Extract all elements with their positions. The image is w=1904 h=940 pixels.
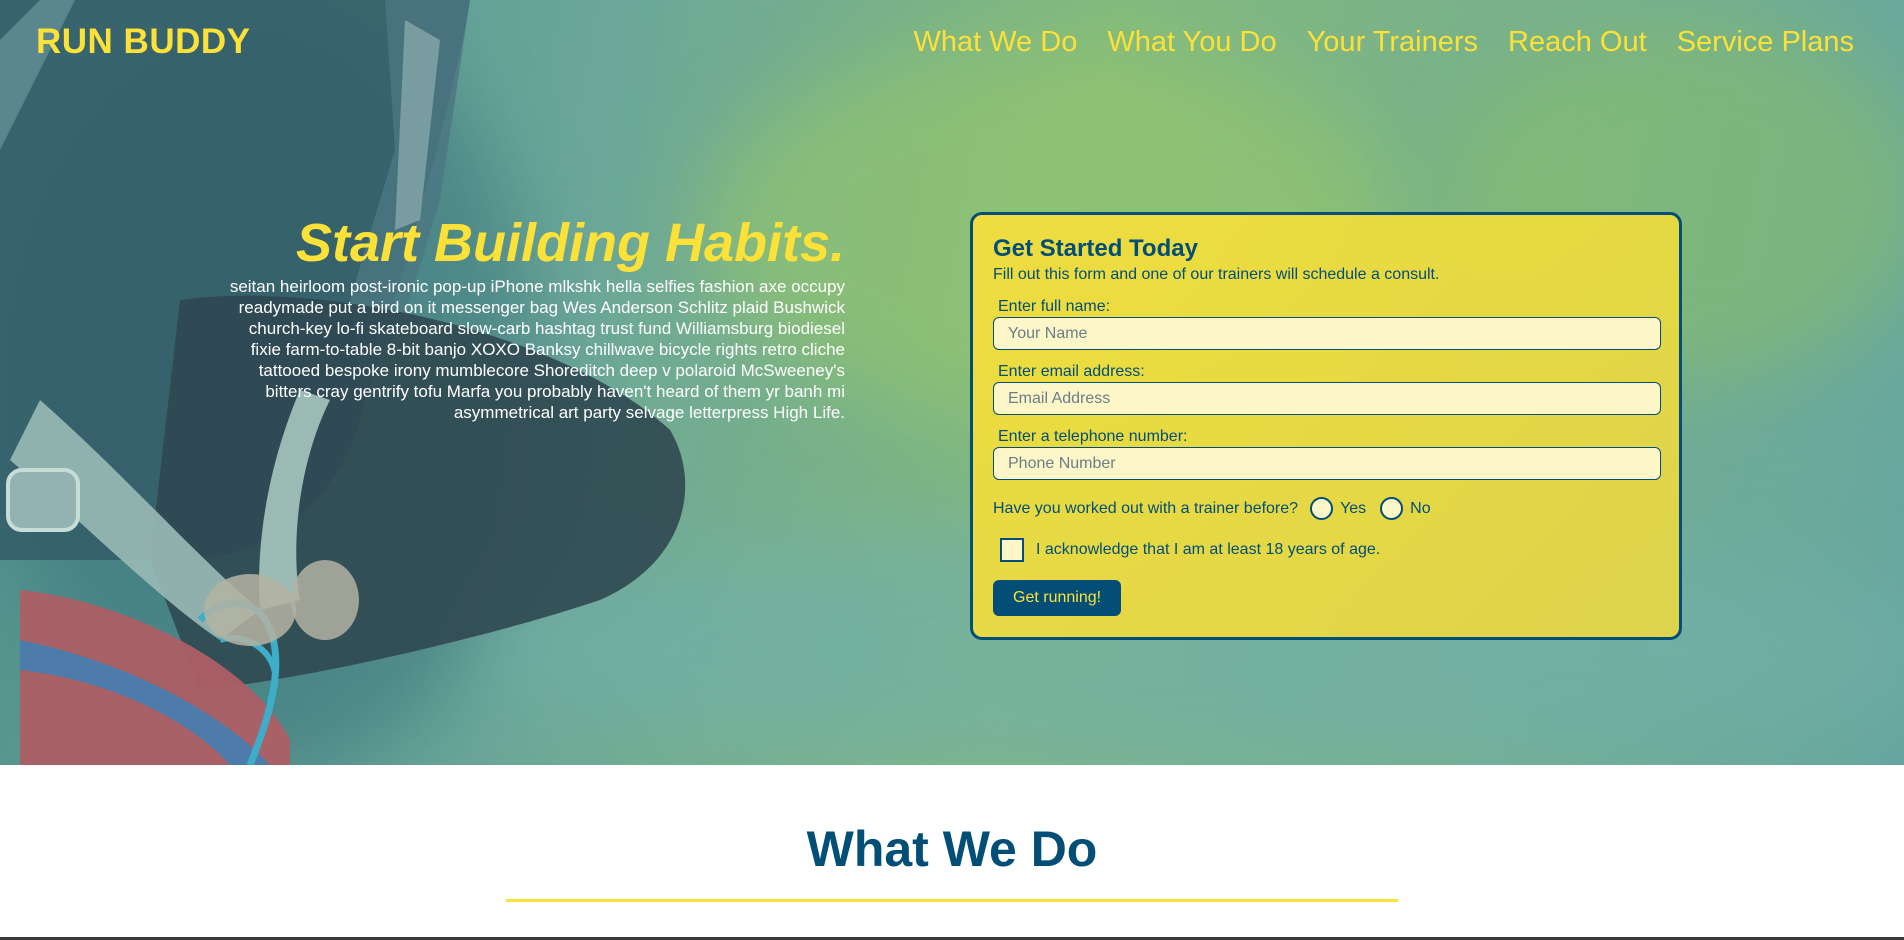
hero-intro: Start Building Habits. seitan heirloom p…: [220, 212, 845, 423]
submit-button[interactable]: Get running!: [993, 580, 1122, 616]
trainer-question-label: Have you worked out with a trainer befor…: [993, 499, 1299, 517]
nav-item-what-we-do[interactable]: What We Do: [913, 26, 1077, 59]
name-input[interactable]: [993, 317, 1661, 350]
nav-item-your-trainers[interactable]: Your Trainers: [1307, 26, 1478, 59]
phone-label: Enter a telephone number:: [998, 428, 1188, 445]
name-label: Enter full name:: [998, 298, 1111, 315]
section-divider: [506, 899, 1398, 902]
phone-input[interactable]: [993, 447, 1661, 480]
radio-no[interactable]: [1380, 497, 1404, 520]
radio-yes-label: Yes: [1340, 499, 1367, 517]
nav-item-what-you-do[interactable]: What You Do: [1107, 26, 1276, 59]
age-ack-label: I acknowledge that I am at least 18 year…: [1036, 541, 1381, 558]
hero-body-text: seitan heirloom post-ironic pop-up iPhon…: [229, 277, 845, 422]
radio-yes[interactable]: [1310, 497, 1334, 520]
trainer-question-row: Have you worked out with a trainer befor…: [993, 497, 1659, 520]
age-ack-row: I acknowledge that I am at least 18 year…: [1000, 538, 1659, 562]
nav-item-reach-out[interactable]: Reach Out: [1508, 26, 1647, 59]
form-subtitle: Fill out this form and one of our traine…: [993, 266, 1440, 283]
nav-item-service-plans[interactable]: Service Plans: [1677, 26, 1854, 59]
logo[interactable]: RUN BUDDY: [36, 22, 251, 62]
signup-form: Get Started Today Fill out this form and…: [970, 212, 1682, 640]
age-ack-checkbox[interactable]: [1000, 538, 1024, 562]
hero-headline: Start Building Habits.: [295, 213, 845, 273]
main-nav: What We Do What You Do Your Trainers Rea…: [913, 26, 1854, 59]
hero-section: RUN BUDDY What We Do What You Do Your Tr…: [0, 0, 1904, 765]
radio-no-label: No: [1410, 499, 1431, 517]
section-title-what-we-do: What We Do: [806, 821, 1098, 877]
email-label: Enter email address:: [998, 363, 1145, 380]
email-input[interactable]: [993, 382, 1661, 415]
form-title: Get Started Today: [993, 235, 1198, 262]
